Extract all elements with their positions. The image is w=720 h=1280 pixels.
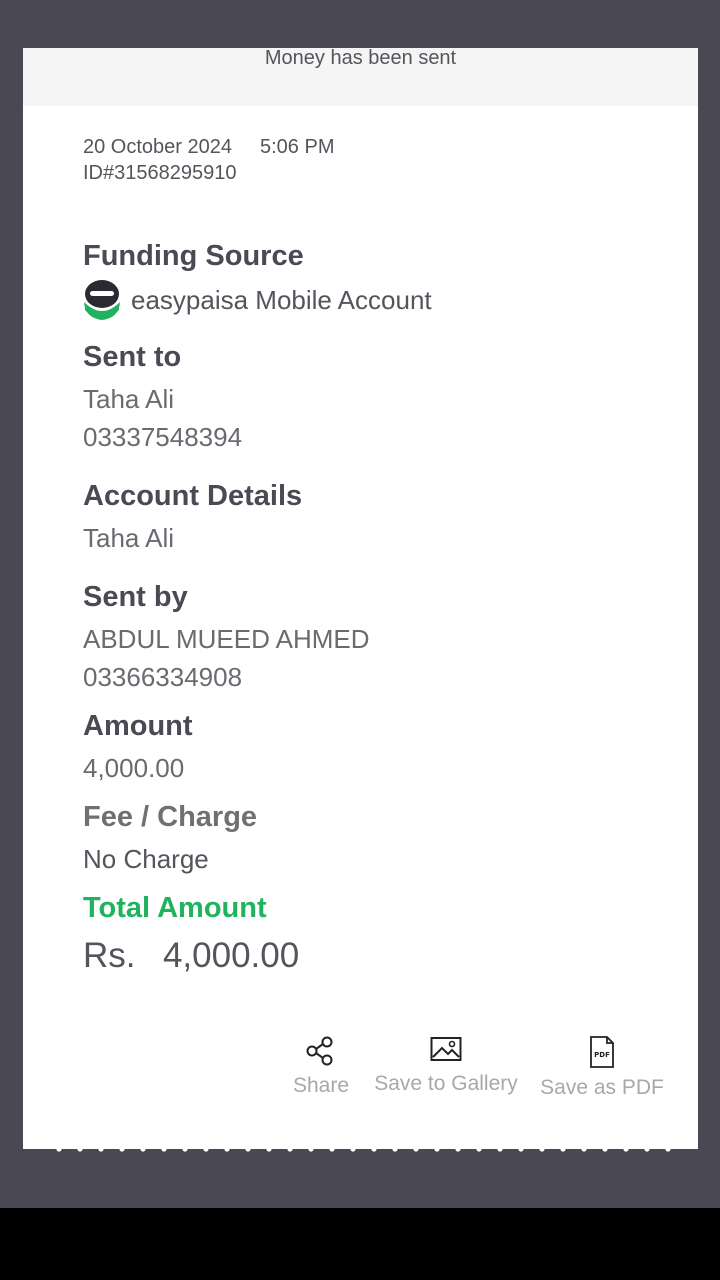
zigzag-dot [434, 1146, 440, 1152]
zigzag-dot [518, 1146, 524, 1152]
zigzag-dot [371, 1146, 377, 1152]
fee-label: Fee / Charge [83, 801, 258, 833]
zigzag-dot [203, 1146, 209, 1152]
share-label: Share [292, 1074, 350, 1097]
zigzag-dot [161, 1146, 167, 1152]
zigzag-dot [455, 1146, 461, 1152]
system-navigation-bar [0, 1208, 720, 1280]
sent-to-label: Sent to [83, 341, 182, 373]
sent-to-name: Taha Ali [83, 384, 175, 414]
zigzag-dot [308, 1146, 314, 1152]
zigzag-dot [497, 1146, 503, 1152]
share-icon [306, 1036, 333, 1066]
save-to-gallery-label: Save to Gallery [374, 1072, 518, 1095]
total-amount-label: Total Amount [83, 892, 267, 924]
zigzag-dot [644, 1146, 650, 1152]
transaction-id: ID#31568295910 [83, 162, 237, 184]
transaction-time: 5:06 PM [260, 136, 335, 158]
zigzag-dot [287, 1146, 293, 1152]
share-button[interactable]: Share [289, 1036, 353, 1098]
zigzag-dot [329, 1146, 335, 1152]
screen: Money has been sent 20 October 2024 5:06… [0, 0, 720, 1280]
save-as-pdf-button[interactable]: PDF Save as PDF [539, 1036, 665, 1100]
save-to-gallery-button[interactable]: Save to Gallery [371, 1036, 521, 1096]
account-details-label: Account Details [83, 480, 303, 512]
zigzag-dot [392, 1146, 398, 1152]
save-as-pdf-label: Save as PDF [540, 1076, 664, 1099]
zigzag-dot [476, 1146, 482, 1152]
zigzag-dot [665, 1146, 671, 1152]
fee-value: No Charge [83, 844, 209, 874]
zigzag-dot [581, 1146, 587, 1152]
account-details-value: Taha Ali [83, 523, 175, 553]
zigzag-dot [623, 1146, 629, 1152]
zigzag-dot [77, 1146, 83, 1152]
image-icon [430, 1037, 462, 1061]
total-value: 4,000.00 [162, 936, 300, 975]
receipt-header: Money has been sent [23, 48, 698, 106]
amount-label: Amount [83, 710, 193, 742]
funding-source-value: easypaisa Mobile Account [131, 284, 432, 315]
funding-source-label: Funding Source [83, 240, 304, 272]
amount-value: 4,000.00 [83, 753, 185, 783]
receipt-zigzag-edge [23, 1143, 698, 1152]
sent-by-number: 03366334908 [83, 662, 243, 692]
zigzag-dot [245, 1146, 251, 1152]
zigzag-dot [98, 1146, 104, 1152]
zigzag-dot [413, 1146, 419, 1152]
zigzag-dot [602, 1146, 608, 1152]
zigzag-dot [266, 1146, 272, 1152]
zigzag-dot [224, 1146, 230, 1152]
sent-by-label: Sent by [83, 581, 188, 613]
sent-to-number: 03337548394 [83, 422, 243, 452]
easypaisa-logo-icon [84, 280, 120, 320]
pdf-file-icon: PDF [590, 1036, 614, 1068]
header-title: Money has been sent [264, 47, 457, 69]
pdf-icon-text: PDF [594, 1051, 610, 1059]
zigzag-dot [560, 1146, 566, 1152]
transaction-date: 20 October 2024 [83, 136, 232, 158]
funding-source-row: easypaisa Mobile Account [83, 280, 432, 320]
zigzag-dot [539, 1146, 545, 1152]
zigzag-dot [56, 1146, 62, 1152]
sent-by-name: ABDUL MUEED AHMED [83, 624, 370, 654]
total-currency: Rs. [83, 936, 136, 975]
total-amount: Rs. 4,000.00 [83, 936, 299, 976]
zigzag-dot [350, 1146, 356, 1152]
zigzag-dot [140, 1146, 146, 1152]
action-bar: Share Save to Gallery PDF Save as PDF [23, 1036, 698, 1106]
zigzag-dot [182, 1146, 188, 1152]
zigzag-dot [119, 1146, 125, 1152]
receipt-card: Money has been sent 20 October 2024 5:06… [23, 48, 698, 1149]
